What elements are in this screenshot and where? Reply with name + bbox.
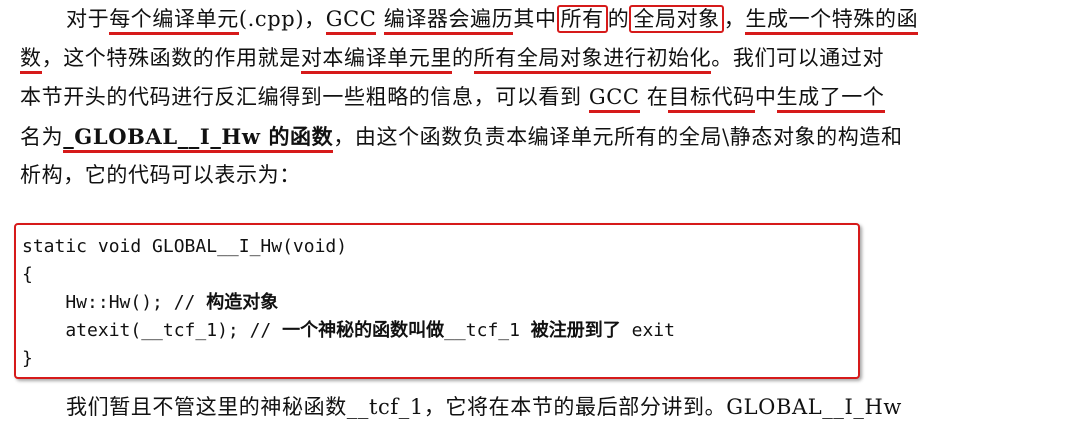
- code-block: static void GLOBAL__I_Hw(void) { Hw::Hw(…: [14, 223, 860, 379]
- text-segment: 名为: [20, 125, 64, 149]
- text-segment: 在: [639, 85, 669, 109]
- underlined-text: 生成了一个: [776, 85, 885, 113]
- code-comment: 被注册到了: [530, 320, 621, 341]
- paragraph-2-line-1: 我们暂且不管这里的神秘函数__tcf_1，它将在本节的最后部分讲到。GLOBAL…: [66, 395, 902, 419]
- text-segment: 本节开头的代码进行反汇编得到一些粗略的信息，可以看到: [20, 85, 589, 109]
- code-line-1: static void GLOBAL__I_Hw(void): [22, 236, 348, 257]
- text-segment: ，: [723, 7, 746, 31]
- boxed-text: 全局对象: [629, 5, 724, 33]
- underlined-text: 生成一个: [745, 7, 832, 35]
- underlined-text: 进行: [603, 46, 647, 74]
- text-segment: 析构，它的代码可以表示为：: [20, 163, 301, 187]
- boxed-text: 所有: [556, 5, 608, 33]
- underlined-text: GCC: [325, 7, 377, 35]
- paragraph-1: 对于每个编译单元(.cpp)，GCC 编译器会遍历其中 所有的全局对象 ，生成一个特…: [20, 0, 1060, 195]
- text-segment: 中: [754, 85, 777, 109]
- underlined-text: 遍历: [470, 7, 514, 35]
- code-line-5: }: [22, 348, 33, 369]
- code-line-4: atexit(__tcf_1); // 一个神秘的函数叫做__tcf_1 被注册…: [22, 317, 675, 345]
- code-text: exit: [620, 320, 675, 341]
- text-segment: ，这个特殊函数的作用就是: [41, 46, 301, 70]
- paragraph-1-line-3: 本节开头的代码进行反汇编得到一些粗略的信息，可以看到 GCC 在目标代码中生成了…: [20, 78, 1060, 117]
- code-comment: 构造对象: [206, 292, 279, 313]
- code-line-2: {: [22, 264, 33, 285]
- code-line-3: Hw::Hw(); // 构造对象: [22, 289, 675, 317]
- code-comment: 一个神秘的函数叫做: [282, 320, 445, 341]
- code-listing: static void GLOBAL__I_Hw(void) { Hw::Hw(…: [22, 233, 675, 373]
- text-segment: ，由这个函数负责本编译单元所有的全局\静态对象的构造和: [333, 125, 903, 149]
- text-segment: (.cpp)，: [238, 7, 326, 31]
- paragraph-1-line-2: 数，这个特殊函数的作用就是对本编译单元里的所有全局对象进行初始化。我们可以通过对: [20, 39, 1060, 78]
- underlined-text: 数: [20, 46, 42, 74]
- paragraph-1-line-1: 对于每个编译单元(.cpp)，GCC 编译器会遍历其中 所有的全局对象 ，生成一个特…: [20, 0, 1060, 39]
- underlined-text: GCC: [588, 85, 640, 113]
- underlined-text: 每个编译单元: [109, 7, 239, 35]
- text-segment: [376, 7, 383, 31]
- text-segment: 的: [607, 7, 630, 31]
- text-segment: 的: [452, 46, 474, 70]
- paragraph-1-line-5: 析构，它的代码可以表示为：: [20, 156, 1060, 195]
- code-text: __tcf_1: [444, 320, 531, 341]
- text-segment: 。我们可以通过对: [711, 46, 885, 70]
- code-text: Hw::Hw(); //: [22, 292, 207, 313]
- underlined-text: 目标代码: [668, 85, 755, 113]
- underlined-text: 特殊的函: [831, 7, 919, 35]
- text-segment: 对于: [66, 7, 110, 31]
- underlined-text: _GLOBAL__I_Hw 的函数: [63, 124, 334, 153]
- paragraph-1-line-4: 名为_GLOBAL__I_Hw 的函数，由这个函数负责本编译单元所有的全局\静态…: [20, 117, 1060, 156]
- text-segment: 其中: [513, 7, 557, 31]
- underlined-text: 对本编译单元里: [300, 46, 453, 74]
- underlined-text: 编译器会: [383, 7, 471, 35]
- code-text: atexit(__tcf_1); //: [22, 320, 283, 341]
- document-page: 对于每个编译单元(.cpp)，GCC 编译器会遍历其中 所有的全局对象 ，生成一个特…: [0, 0, 1073, 432]
- paragraph-2: 我们暂且不管这里的神秘函数__tcf_1，它将在本节的最后部分讲到。GLOBAL…: [20, 388, 1060, 427]
- underlined-text: 初始化: [646, 46, 712, 74]
- underlined-text: 所有全局对象: [473, 46, 604, 74]
